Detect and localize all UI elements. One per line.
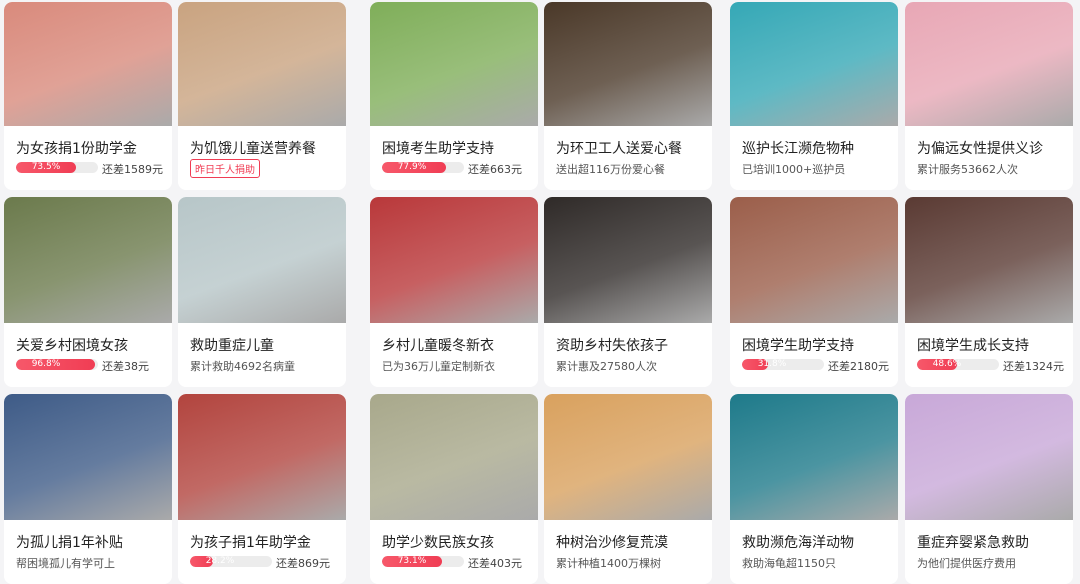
project-card[interactable]: 困境考生助学支持 77.9% 还差663元 xyxy=(370,2,538,190)
project-card[interactable]: 助学少数民族女孩 73.1% 还差403元 xyxy=(370,394,538,584)
project-photo xyxy=(730,197,898,323)
project-photo xyxy=(544,197,712,323)
project-title: 资助乡村失依孩子 xyxy=(556,338,668,354)
progress-percent: 31.8% xyxy=(757,359,787,369)
project-photo xyxy=(730,394,898,520)
remaining-amount: 还差403元 xyxy=(468,557,522,570)
project-photo xyxy=(370,394,538,520)
project-title: 救助重症儿童 xyxy=(190,338,274,354)
progress-bar: 28.2% xyxy=(190,556,272,567)
project-photo xyxy=(4,394,172,520)
project-photo xyxy=(905,394,1073,520)
status-badge: 昨日千人捐助 xyxy=(190,159,260,178)
project-photo xyxy=(370,2,538,126)
project-stat: 累计种植1400万棵树 xyxy=(556,557,661,570)
project-title: 为女孩捐1份助学金 xyxy=(16,141,137,157)
project-photo xyxy=(905,197,1073,323)
progress-bar: 31.8% xyxy=(742,359,824,370)
project-photo xyxy=(544,394,712,520)
project-card[interactable]: 为孤儿捐1年补贴 帮困境孤儿有学可上 xyxy=(4,394,172,584)
progress-percent: 77.9% xyxy=(397,162,427,172)
progress-bar: 73.5% xyxy=(16,162,98,173)
remaining-amount: 还差38元 xyxy=(102,360,149,373)
project-stat: 累计服务53662人次 xyxy=(917,163,1018,176)
progress-bar: 48.6% xyxy=(917,359,999,370)
project-photo xyxy=(544,2,712,126)
project-title: 为偏远女性提供义诊 xyxy=(917,141,1043,157)
remaining-amount: 还差663元 xyxy=(468,163,522,176)
project-title: 困境学生助学支持 xyxy=(742,338,854,354)
project-title: 为孤儿捐1年补贴 xyxy=(16,535,123,551)
progress-percent: 73.5% xyxy=(31,162,61,172)
project-stat: 已培训1000+巡护员 xyxy=(742,163,846,176)
project-title: 种树治沙修复荒漠 xyxy=(556,535,668,551)
project-card[interactable]: 救助重症儿童累计救助4692名病童 xyxy=(178,197,346,387)
project-card[interactable]: 为偏远女性提供义诊 累计服务53662人次 xyxy=(905,2,1073,190)
project-card[interactable]: 乡村儿童暖冬新衣 已为36万儿童定制新衣 xyxy=(370,197,538,387)
project-card[interactable]: 困境学生助学支持 31.8% 还差2180元 xyxy=(730,197,898,387)
project-stat: 为他们提供医疗费用 xyxy=(917,557,1016,570)
remaining-amount: 还差1324元 xyxy=(1003,360,1064,373)
project-title: 巡护长江濒危物种 xyxy=(742,141,854,157)
project-title: 困境考生助学支持 xyxy=(382,141,494,157)
progress-percent: 48.6% xyxy=(932,359,962,369)
progress-bar: 96.8% xyxy=(16,359,98,370)
project-title: 为孩子捐1年助学金 xyxy=(190,535,311,551)
project-card[interactable]: 种树治沙修复荒漠 累计种植1400万棵树 xyxy=(544,394,712,584)
project-title: 困境学生成长支持 xyxy=(917,338,1029,354)
project-title: 重症弃婴紧急救助 xyxy=(917,535,1029,551)
progress-percent: 96.8% xyxy=(31,359,61,369)
project-title: 关爱乡村困境女孩 xyxy=(16,338,128,354)
project-title: 乡村儿童暖冬新衣 xyxy=(382,338,494,354)
project-title: 为饥饿儿童送营养餐 xyxy=(190,141,316,157)
progress-bar: 77.9% xyxy=(382,162,464,173)
project-title: 为环卫工人送爱心餐 xyxy=(556,141,682,157)
project-card[interactable]: 关爱乡村困境女孩 96.8% 还差38元 xyxy=(4,197,172,387)
project-photo xyxy=(730,2,898,126)
project-card[interactable]: 资助乡村失依孩子 累计惠及27580人次 xyxy=(544,197,712,387)
project-photo xyxy=(4,197,172,323)
project-card[interactable]: 重症弃婴紧急救助 为他们提供医疗费用 xyxy=(905,394,1073,584)
project-card[interactable]: 救助濒危海洋动物 救助海龟超1150只 xyxy=(730,394,898,584)
project-card[interactable]: 为环卫工人送爱心餐 送出超116万份爱心餐 xyxy=(544,2,712,190)
remaining-amount: 还差1589元 xyxy=(102,163,163,176)
remaining-amount: 还差2180元 xyxy=(828,360,889,373)
project-card[interactable]: 为饥饿儿童送营养餐 昨日千人捐助 xyxy=(178,2,346,190)
project-photo xyxy=(178,197,346,323)
project-photo xyxy=(4,2,172,126)
project-card[interactable]: 困境学生成长支持 48.6% 还差1324元 xyxy=(905,197,1073,387)
project-photo xyxy=(370,197,538,323)
project-photo xyxy=(178,2,346,126)
project-card[interactable]: 为孩子捐1年助学金 28.2% 还差869元 xyxy=(178,394,346,584)
project-card[interactable]: 巡护长江濒危物种 已培训1000+巡护员 xyxy=(730,2,898,190)
project-stat: 累计惠及27580人次 xyxy=(556,360,657,373)
project-photo xyxy=(905,2,1073,126)
progress-bar: 73.1% xyxy=(382,556,464,567)
project-stat: 累计救助4692名病童 xyxy=(190,360,295,373)
project-stat: 送出超116万份爱心餐 xyxy=(556,163,665,176)
progress-percent: 28.2% xyxy=(205,556,235,566)
project-stat: 帮困境孤儿有学可上 xyxy=(16,557,115,570)
project-stat: 救助海龟超1150只 xyxy=(742,557,836,570)
project-photo xyxy=(178,394,346,520)
project-card[interactable]: 为女孩捐1份助学金 73.5% 还差1589元 xyxy=(4,2,172,190)
project-title: 救助濒危海洋动物 xyxy=(742,535,854,551)
remaining-amount: 还差869元 xyxy=(276,557,330,570)
project-stat: 已为36万儿童定制新衣 xyxy=(382,360,495,373)
project-title: 助学少数民族女孩 xyxy=(382,535,494,551)
progress-percent: 73.1% xyxy=(397,556,427,566)
